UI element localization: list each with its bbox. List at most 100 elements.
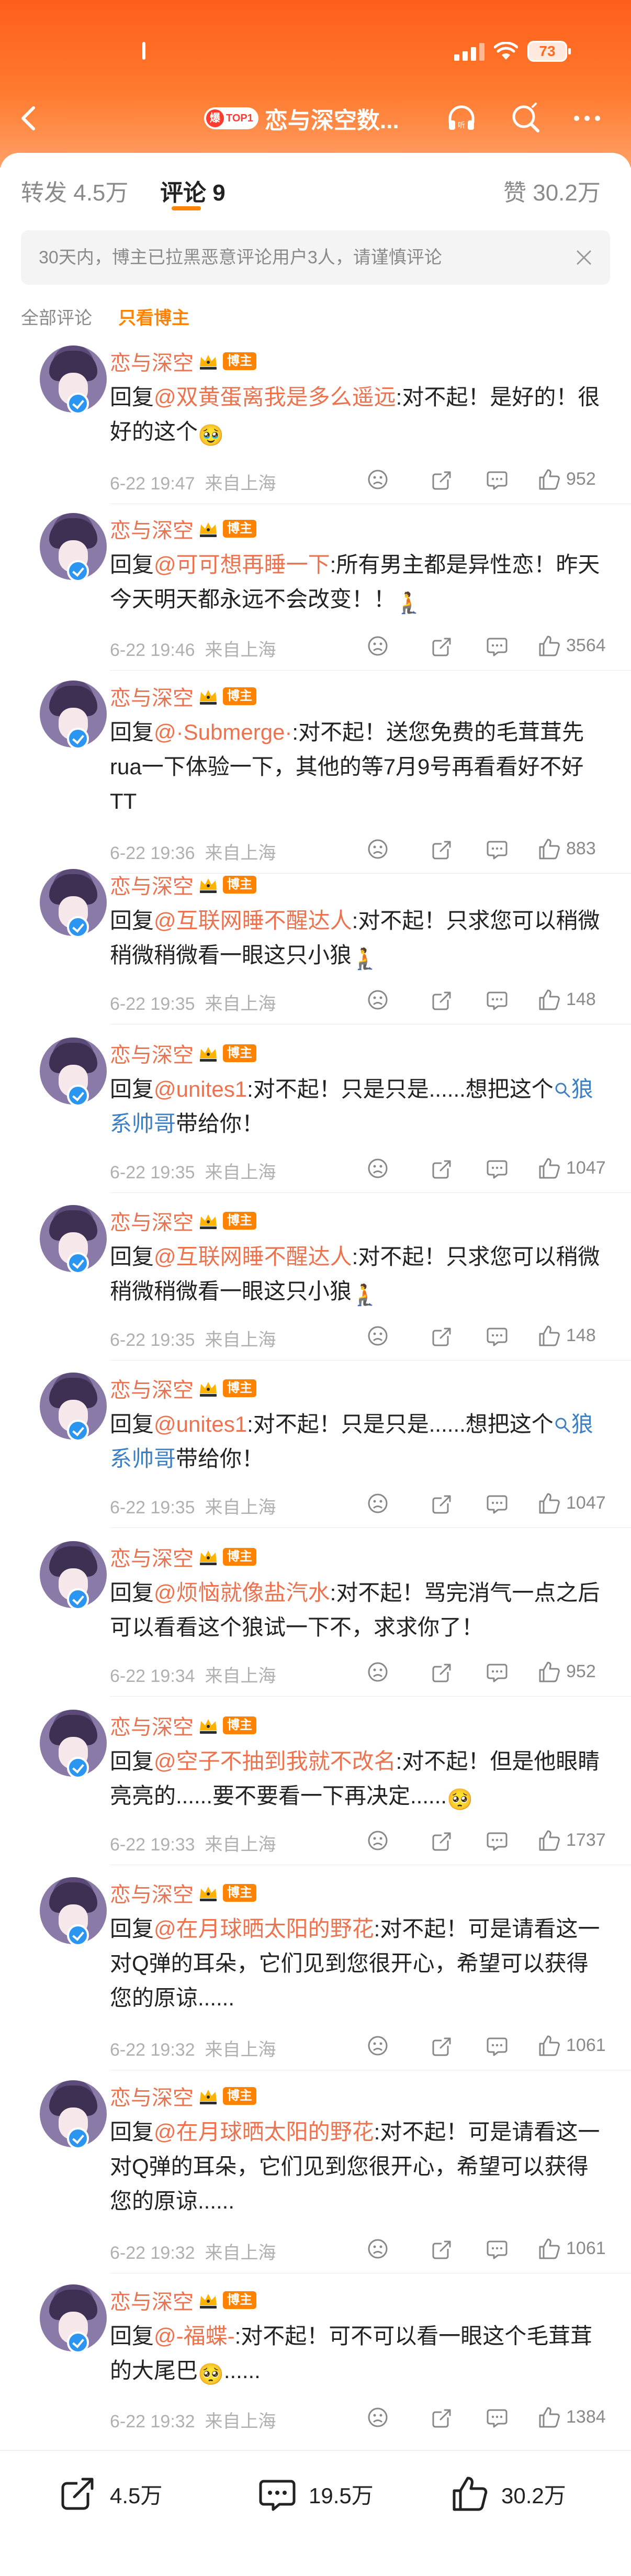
username[interactable]: 恋与深空 (110, 514, 194, 544)
comment-body[interactable]: 回复@在月球晒太阳的野花:对不起！可是请看这一对Q弹的耳朵，它们见到您很开心，希… (110, 1912, 602, 2015)
more-icon[interactable] (570, 102, 604, 135)
share-icon[interactable] (430, 1157, 453, 1180)
emoji-reaction-icon[interactable] (366, 2034, 389, 2057)
share-icon[interactable] (430, 1829, 453, 1852)
reply-mention[interactable]: @可可想再睡一下 (154, 552, 330, 577)
comment-body[interactable]: 回复@空子不抽到我就不改名:对不起！但是他眼睛亮亮的......要不要看一下再决… (110, 1744, 602, 1813)
reply-mention[interactable]: @空子不抽到我就不改名 (154, 1749, 396, 1774)
emoji-reaction-icon[interactable] (366, 1492, 389, 1515)
comment-body[interactable]: 回复@unites1:对不起！只是只是......想把这个 狼系帅哥带给你！ (110, 1072, 602, 1141)
thumbs-up-icon[interactable] (538, 1157, 561, 1180)
thumbs-up-icon[interactable] (538, 1324, 561, 1347)
comment-icon[interactable] (486, 1829, 509, 1852)
emoji-reaction-icon[interactable] (366, 838, 389, 861)
comment-button[interactable]: 19.5万 (257, 2473, 374, 2515)
username[interactable]: 恋与深空 (110, 1542, 194, 1572)
emoji-reaction-icon[interactable] (366, 1157, 389, 1180)
username[interactable]: 恋与深空 (110, 1878, 194, 1908)
comment-body[interactable]: 回复@·Submerge·:对不起！送您免费的毛茸茸先rua一下体验一下，其他的… (110, 715, 602, 819)
nav-title-group[interactable]: 爆 TOP1 恋与深空数... (204, 104, 399, 133)
tab-repost[interactable]: 转发 4.5万 (21, 174, 128, 207)
comment-item[interactable]: 恋与深空 博主 回复@双黄蛋离我是多么遥远:对不起！是好的！很好的这个🥹 6-22 1… (0, 345, 631, 499)
reply-mention[interactable]: @互联网睡不醒达人 (154, 1244, 352, 1269)
avatar[interactable] (20, 1710, 107, 1780)
tab-comments[interactable]: 评论 9 (160, 174, 226, 207)
share-icon[interactable] (430, 468, 453, 491)
comment-icon[interactable] (486, 988, 509, 1011)
username[interactable]: 恋与深空 (110, 1206, 194, 1236)
reply-mention[interactable]: @unites1 (154, 1412, 247, 1436)
avatar[interactable] (20, 1373, 107, 1443)
avatar[interactable] (20, 1205, 107, 1275)
share-icon[interactable] (430, 2034, 453, 2057)
comment-item[interactable]: 恋与深空 博主 回复@烦恼就像盐汽水:对不起！骂完消气一点之后可以看看这个狼试一下不… (0, 1541, 631, 1692)
comment-item[interactable]: 恋与深空 博主 回复@在月球晒太阳的野花:对不起！可是请看这一对Q弹的耳朵，它们见到… (0, 2080, 631, 2269)
thumbs-up-icon[interactable] (538, 1660, 561, 1683)
emoji-reaction-icon[interactable] (366, 1660, 389, 1683)
comment-icon[interactable] (486, 1660, 509, 1683)
thumbs-up-icon[interactable] (538, 634, 561, 657)
comment-body[interactable]: 回复@在月球晒太阳的野花:对不起！可是请看这一对Q弹的耳朵，它们见到您很开心，希… (110, 2115, 602, 2218)
avatar[interactable] (20, 681, 107, 751)
comment-item[interactable]: 恋与深空 博主 回复@-福蝶-:对不起！可不可以看一眼这个毛茸茸的大尾巴🥺.....… (0, 2284, 631, 2437)
filter-all-comments[interactable]: 全部评论 (21, 304, 92, 329)
username[interactable]: 恋与深空 (110, 869, 194, 900)
avatar[interactable] (20, 869, 107, 939)
reply-mention[interactable]: @unites1 (154, 1077, 247, 1101)
reply-mention[interactable]: @-福蝶- (154, 2324, 235, 2348)
share-icon[interactable] (430, 2406, 453, 2429)
thumbs-up-icon[interactable] (538, 838, 561, 861)
comment-body[interactable]: 回复@-福蝶-:对不起！可不可以看一眼这个毛茸茸的大尾巴🥺...... (110, 2319, 602, 2388)
comment-item[interactable]: 恋与深空 博主 回复@可可想再睡一下:所有男主都是异性恋！昨天今天明天都永远不会改变… (0, 513, 631, 666)
share-icon[interactable] (430, 1324, 453, 1347)
emoji-reaction-icon[interactable] (366, 468, 389, 491)
username[interactable]: 恋与深空 (110, 1373, 194, 1403)
comment-icon[interactable] (486, 2237, 509, 2260)
comment-item[interactable]: 恋与深空 博主 回复@互联网睡不醒达人:对不起！只求您可以稍微稍微稍微看一眼这只小狼… (0, 869, 631, 1020)
share-icon[interactable] (430, 1660, 453, 1683)
comment-item[interactable]: 恋与深空 博主 回复@空子不抽到我就不改名:对不起！但是他眼睛亮亮的......要不… (0, 1710, 631, 1860)
comment-icon[interactable] (486, 2034, 509, 2057)
emoji-reaction-icon[interactable] (366, 2406, 389, 2429)
comment-icon[interactable] (486, 2406, 509, 2429)
thumbs-up-icon[interactable] (538, 468, 561, 491)
emoji-reaction-icon[interactable] (366, 1324, 389, 1347)
reply-mention[interactable]: @双黄蛋离我是多么遥远 (154, 385, 396, 409)
thumbs-up-icon[interactable] (538, 2406, 561, 2429)
thumbs-up-icon[interactable] (538, 2237, 561, 2260)
reply-mention[interactable]: @在月球晒太阳的野花 (154, 2120, 374, 2144)
search-icon[interactable] (509, 102, 542, 135)
thumbs-up-icon[interactable] (538, 1829, 561, 1852)
comment-item[interactable]: 恋与深空 博主 回复@unites1:对不起！只是只是......想把这个 狼系帅哥带… (0, 1373, 631, 1523)
comment-body[interactable]: 回复@unites1:对不起！只是只是......想把这个 狼系帅哥带给你！ (110, 1407, 602, 1476)
emoji-reaction-icon[interactable] (366, 988, 389, 1011)
comment-icon[interactable] (486, 1157, 509, 1180)
comment-body[interactable]: 回复@互联网睡不醒达人:对不起！只求您可以稍微稍微稍微看一眼这只小狼🧎 (110, 904, 602, 973)
comment-body[interactable]: 回复@双黄蛋离我是多么遥远:对不起！是好的！很好的这个🥹 (110, 380, 602, 449)
like-button[interactable]: 30.2万 (450, 2473, 566, 2515)
reply-mention[interactable]: @在月球晒太阳的野花 (154, 1916, 374, 1941)
comment-body[interactable]: 回复@互联网睡不醒达人:对不起！只求您可以稍微稍微稍微看一眼这只小狼🧎 (110, 1240, 602, 1309)
filter-host-only[interactable]: 只看博主 (118, 304, 189, 329)
username[interactable]: 恋与深空 (110, 1710, 194, 1741)
username[interactable]: 恋与深空 (110, 2285, 194, 2315)
repost-button[interactable]: 4.5万 (59, 2473, 162, 2515)
avatar[interactable] (20, 1877, 107, 1947)
thumbs-up-icon[interactable] (538, 1492, 561, 1515)
tab-likes[interactable]: 赞 30.2万 (503, 174, 601, 207)
share-icon[interactable] (430, 988, 453, 1011)
comment-icon[interactable] (486, 468, 509, 491)
emoji-reaction-icon[interactable] (366, 634, 389, 657)
username[interactable]: 恋与深空 (110, 681, 194, 711)
emoji-reaction-icon[interactable] (366, 2237, 389, 2260)
comment-item[interactable]: 恋与深空 博主 回复@在月球晒太阳的野花:对不起！可是请看这一对Q弹的耳朵，它们见到… (0, 1877, 631, 2066)
comment-item[interactable]: 恋与深空 博主 回复@·Submerge·:对不起！送您免费的毛茸茸先rua一下体验… (0, 681, 631, 869)
comment-icon[interactable] (486, 634, 509, 657)
avatar[interactable] (20, 1541, 107, 1611)
back-arrow-icon[interactable] (15, 104, 44, 133)
comment-item[interactable]: 恋与深空 博主 回复@互联网睡不醒达人:对不起！只求您可以稍微稍微稍微看一眼这只小狼… (0, 1205, 631, 1356)
avatar[interactable] (20, 2284, 107, 2355)
username[interactable]: 恋与深空 (110, 346, 194, 376)
comment-body[interactable]: 回复@烦恼就像盐汽水:对不起！骂完消气一点之后可以看看这个狼试一下不，求求你了！ (110, 1576, 602, 1645)
reply-mention[interactable]: @·Submerge· (154, 720, 292, 744)
